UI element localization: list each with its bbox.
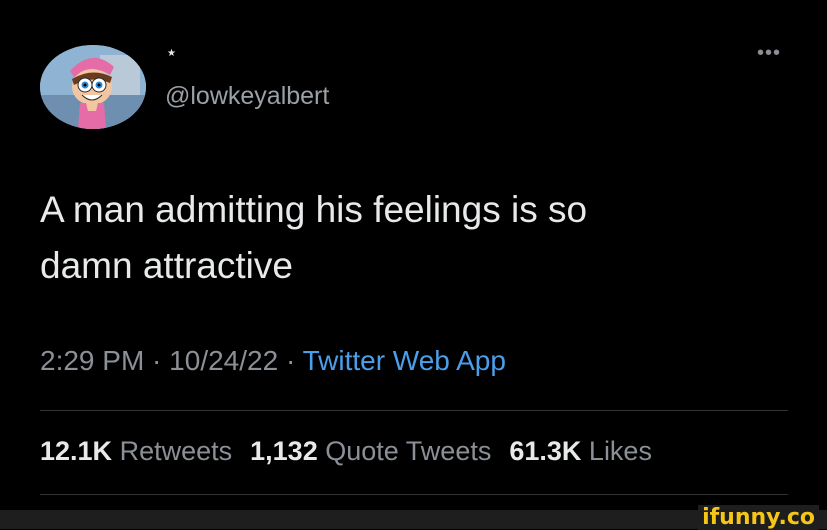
quote-tweets-label: Quote Tweets — [325, 436, 492, 466]
divider — [40, 410, 788, 411]
tweet-meta: 2:29 PM · 10/24/22 · Twitter Web App — [40, 345, 506, 377]
tweet-source-link[interactable]: Twitter Web App — [303, 345, 506, 376]
tweet-time[interactable]: 2:29 PM — [40, 345, 144, 376]
retweets-label: Retweets — [119, 436, 233, 466]
ifunny-watermark: ifunny.co — [698, 505, 819, 530]
engagement-stats: 12.1K Retweets 1,132 Quote Tweets 61.3K Li… — [40, 436, 670, 467]
likes-count: 61.3K — [509, 436, 582, 466]
more-options-icon[interactable]: ••• — [757, 42, 781, 65]
quote-tweets-count: 1,132 — [250, 436, 318, 466]
likes-label: Likes — [588, 436, 652, 466]
meta-separator: · — [278, 345, 303, 376]
quote-tweets-stat[interactable]: 1,132 Quote Tweets — [250, 436, 509, 466]
user-handle[interactable]: @lowkeyalbert — [165, 82, 329, 111]
retweets-count: 12.1K — [40, 436, 113, 466]
divider — [40, 494, 788, 495]
avatar[interactable] — [40, 45, 146, 129]
verified-star-icon: ★ — [167, 48, 176, 59]
retweets-stat[interactable]: 12.1K Retweets — [40, 436, 250, 466]
likes-stat[interactable]: 61.3K Likes — [509, 436, 670, 466]
tweet-text: A man admitting his feelings is so damn … — [40, 189, 588, 286]
tweet-date[interactable]: 10/24/22 — [169, 345, 278, 376]
cartoon-avatar-image — [40, 45, 146, 129]
meta-separator: · — [144, 345, 170, 376]
